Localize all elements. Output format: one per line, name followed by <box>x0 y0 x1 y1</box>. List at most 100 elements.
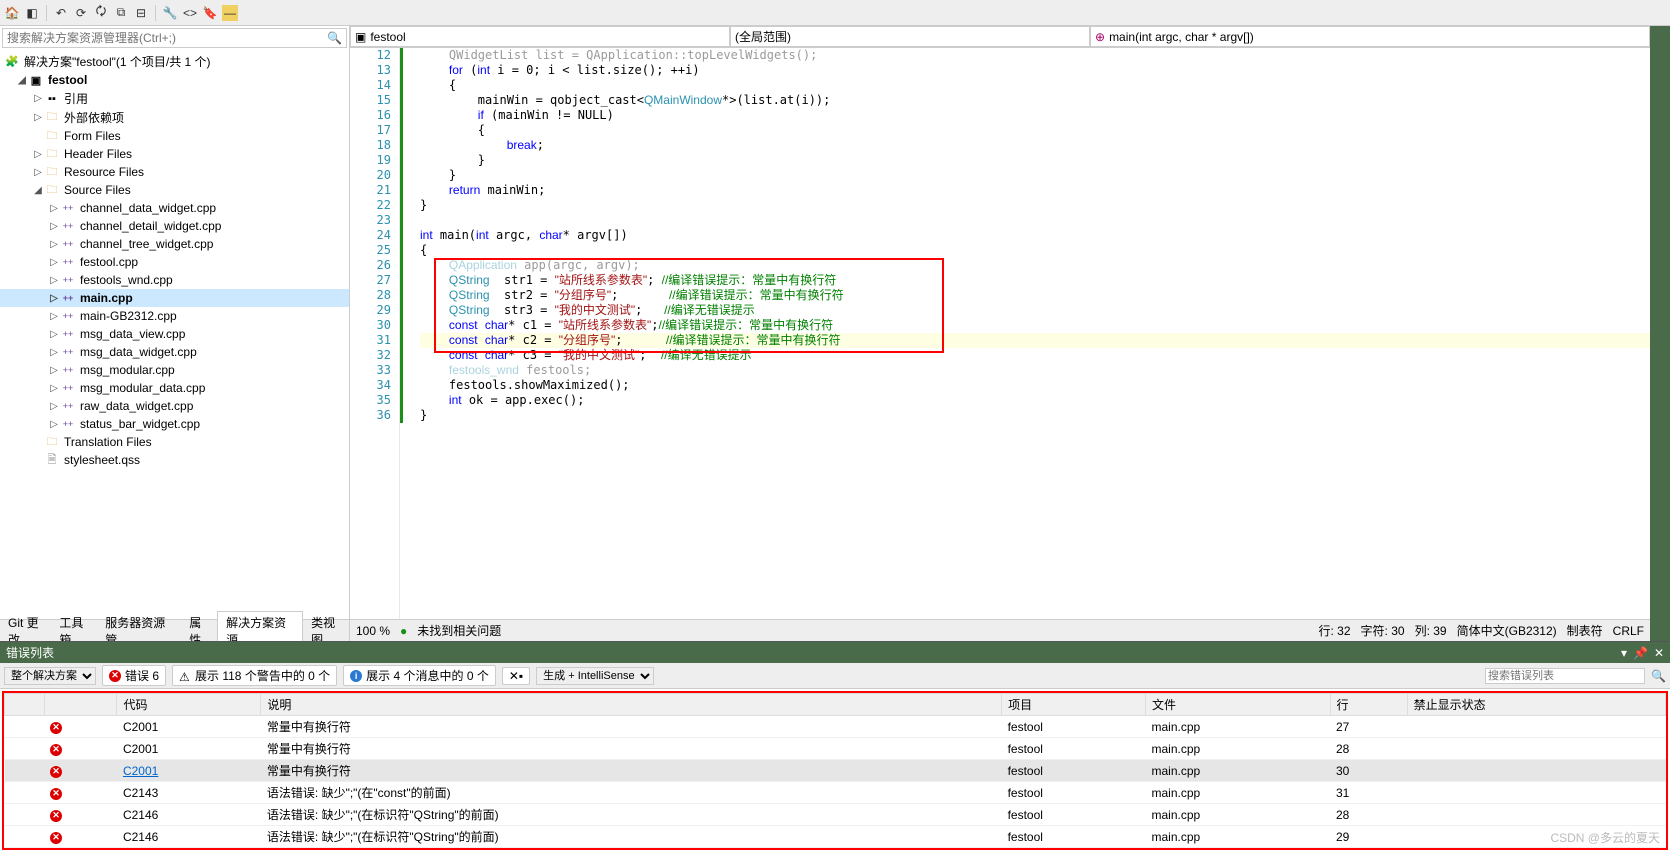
status-eol: CRLF <box>1613 624 1644 638</box>
source-file[interactable]: ▷++raw_data_widget.cpp <box>0 397 349 415</box>
error-col-header[interactable]: 行 <box>1330 694 1407 716</box>
editor-breadcrumb: ▣festool (全局范围) ⊕main(int argc, char * a… <box>350 26 1650 48</box>
error-row[interactable]: ✕C2001常量中有换行符festoolmain.cpp30 <box>5 760 1666 782</box>
status-line: 行: 32 <box>1319 622 1351 639</box>
cpp-icon: ++ <box>60 344 76 360</box>
error-row[interactable]: ✕C2146语法错误: 缺少";"(在标识符"QString"的前面)festo… <box>5 826 1666 848</box>
code-text[interactable]: QWidgetList list = QApplication::topLeve… <box>420 48 1650 619</box>
cpp-icon: ++ <box>60 218 76 234</box>
sidebar-tab[interactable]: 工具箱 <box>51 612 97 642</box>
error-search-input[interactable] <box>1485 668 1645 684</box>
cpp-icon: ++ <box>60 272 76 288</box>
translation-files-node[interactable]: 🗀Translation Files <box>0 433 349 451</box>
resource-files-node[interactable]: ▷🗀Resource Files <box>0 163 349 181</box>
search-icon[interactable]: 🔍 <box>327 31 342 45</box>
zoom-level[interactable]: 100 % <box>356 624 390 638</box>
project-node[interactable]: ◢▣festool <box>0 71 349 89</box>
source-file[interactable]: ▷++msg_modular_data.cpp <box>0 379 349 397</box>
line-gutter: 1213141516171819202122232425262728293031… <box>350 48 400 619</box>
status-col: 列: 39 <box>1415 622 1447 639</box>
externals-node[interactable]: ▷🗀外部依赖项 <box>0 108 349 127</box>
source-file[interactable]: ▷++main-GB2312.cpp <box>0 307 349 325</box>
source-files-node[interactable]: ◢🗀Source Files <box>0 181 349 199</box>
build-filter-select[interactable]: 生成 + IntelliSense <box>536 667 654 685</box>
sidebar-tab[interactable]: 解决方案资源... <box>217 611 303 641</box>
status-char: 字符: 30 <box>1361 622 1405 639</box>
collapse-icon[interactable]: ⊟ <box>133 5 149 21</box>
tag-icon[interactable]: 🔖 <box>202 5 218 21</box>
source-file[interactable]: ▷++festools_wnd.cpp <box>0 271 349 289</box>
refresh-icon[interactable]: 🗘 <box>93 5 109 21</box>
fold-margin[interactable] <box>400 48 420 619</box>
source-file[interactable]: ▷++status_bar_widget.cpp <box>0 415 349 433</box>
error-row[interactable]: ✕C2001常量中有换行符festoolmain.cpp27 <box>5 716 1666 738</box>
refs-node[interactable]: ▷▪▪引用 <box>0 89 349 108</box>
messages-filter[interactable]: i展示 4 个消息中的 0 个 <box>343 665 496 686</box>
nav-icon[interactable]: ◧ <box>24 5 40 21</box>
error-table: 代码说明项目文件行禁止显示状态 ✕C2001常量中有换行符festoolmain… <box>0 689 1670 852</box>
error-icon: ✕ <box>50 810 62 822</box>
error-col-header[interactable]: 说明 <box>261 694 1002 716</box>
solution-node[interactable]: 🧩解决方案"festool"(1 个项目/共 1 个) <box>0 52 349 71</box>
error-icon: ✕ <box>50 832 62 844</box>
error-col-header[interactable]: 代码 <box>117 694 261 716</box>
sidebar-tab[interactable]: 类视图 <box>303 612 349 642</box>
cpp-icon: ++ <box>60 254 76 270</box>
errors-filter[interactable]: ✕错误 6 <box>102 665 166 686</box>
cpp-icon: ++ <box>60 362 76 378</box>
home-icon[interactable]: 🏠 <box>4 5 20 21</box>
panel-close-icon[interactable]: ✕ <box>1654 646 1664 660</box>
code-icon[interactable]: <> <box>182 5 198 21</box>
solution-search-input[interactable] <box>7 31 327 45</box>
sidebar-tab[interactable]: 服务器资源管... <box>97 612 181 642</box>
crumb-func[interactable]: ⊕main(int argc, char * argv[]) <box>1090 26 1650 47</box>
solution-search[interactable]: 🔍 <box>2 28 347 48</box>
error-row[interactable]: ✕C2001常量中有换行符festoolmain.cpp28 <box>5 738 1666 760</box>
crumb-scope[interactable]: (全局范围) <box>730 26 1090 47</box>
solution-tree: 🧩解决方案"festool"(1 个项目/共 1 个) ◢▣festool ▷▪… <box>0 50 349 619</box>
toolbar: 🏠 ◧ ↶ ⟳ 🗘 ⧉ ⊟ 🔧 <> 🔖 — <box>0 0 1670 26</box>
sidebar-tab[interactable]: 属性 <box>181 612 217 642</box>
scope-select[interactable]: 整个解决方案 <box>4 667 96 685</box>
cpp-icon: ++ <box>60 398 76 414</box>
cpp-icon: ++ <box>60 200 76 216</box>
panel-pin-icon[interactable]: 📌 <box>1633 646 1648 660</box>
error-col-header[interactable] <box>44 694 117 716</box>
source-file[interactable]: ▷++msg_data_view.cpp <box>0 325 349 343</box>
copy-icon[interactable]: ⧉ <box>113 5 129 21</box>
source-file[interactable]: ▷++msg_data_widget.cpp <box>0 343 349 361</box>
error-col-header[interactable]: 项目 <box>1002 694 1146 716</box>
error-col-header[interactable]: 文件 <box>1146 694 1330 716</box>
header-files-node[interactable]: ▷🗀Header Files <box>0 145 349 163</box>
form-files-node[interactable]: 🗀Form Files <box>0 127 349 145</box>
cpp-icon: ++ <box>60 290 76 306</box>
sync-icon[interactable]: ⟳ <box>73 5 89 21</box>
search-icon[interactable]: 🔍 <box>1651 669 1666 683</box>
warnings-filter[interactable]: ⚠展示 118 个警告中的 0 个 <box>172 665 337 686</box>
cpp-icon: ++ <box>60 380 76 396</box>
back-icon[interactable]: ↶ <box>53 5 69 21</box>
clear-filter[interactable]: ✕▪ <box>502 667 530 685</box>
wrench-icon[interactable]: 🔧 <box>162 5 178 21</box>
error-icon: ✕ <box>109 670 121 682</box>
editor-status: 100 % ● 未找到相关问题 行: 32 字符: 30 列: 39 简体中文(… <box>350 619 1650 641</box>
stylesheet-file[interactable]: 🗎stylesheet.qss <box>0 451 349 469</box>
error-row[interactable]: ✕C2143语法错误: 缺少";"(在"const"的前面)festoolmai… <box>5 782 1666 804</box>
error-col-header[interactable]: 禁止显示状态 <box>1407 694 1665 716</box>
source-file[interactable]: ▷++msg_modular.cpp <box>0 361 349 379</box>
solution-explorer: 🔍 🧩解决方案"festool"(1 个项目/共 1 个) ◢▣festool … <box>0 26 350 641</box>
info-icon: i <box>350 670 362 682</box>
source-file[interactable]: ▷++channel_tree_widget.cpp <box>0 235 349 253</box>
right-toolstrip[interactable] <box>1650 26 1670 641</box>
source-file[interactable]: ▷++channel_data_widget.cpp <box>0 199 349 217</box>
code-area[interactable]: 1213141516171819202122232425262728293031… <box>350 48 1650 619</box>
error-col-header[interactable] <box>5 694 45 716</box>
source-file[interactable]: ▷++main.cpp <box>0 289 349 307</box>
panel-menu-icon[interactable]: ▾ <box>1621 646 1627 660</box>
crumb-project[interactable]: ▣festool <box>350 26 730 47</box>
source-file[interactable]: ▷++channel_detail_widget.cpp <box>0 217 349 235</box>
pin-icon[interactable]: — <box>222 5 238 21</box>
source-file[interactable]: ▷++festool.cpp <box>0 253 349 271</box>
sidebar-tab[interactable]: Git 更改 <box>0 612 51 642</box>
error-row[interactable]: ✕C2146语法错误: 缺少";"(在标识符"QString"的前面)festo… <box>5 804 1666 826</box>
